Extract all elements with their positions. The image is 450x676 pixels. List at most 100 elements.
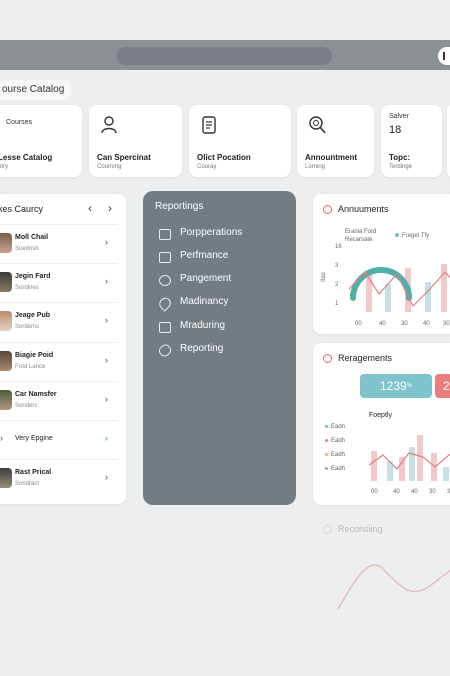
engagements-card: Reragements 1239% 2 Foeptly Eadn Eadh Ea… [313,343,450,505]
link-icon [156,342,174,359]
list-item-sub: Suednsh [15,246,39,252]
list-item[interactable]: Moll Chail Suednsh › [0,224,118,264]
tile-announcement[interactable]: Annountment Lorning [297,105,374,177]
chevron-right-icon: › [105,433,108,443]
top-right-button[interactable] [438,47,450,65]
bar [431,453,437,481]
series-line [337,564,450,610]
list-item[interactable]: Jegin Fard Sordines › [0,263,118,303]
tile-courses-label: Courses [6,119,33,126]
chevron-right-icon: › [105,237,108,247]
avatar [0,390,12,410]
menu-item-label: Perfmance [180,250,229,261]
tile-topics[interactable]: Salver 18 Topc: Terdinge [381,105,442,177]
tile-title: Annountment [305,153,357,162]
bar [409,447,415,481]
tile-title: Can Spercinat [97,153,151,162]
list-item-name: Very Epgine [15,435,53,442]
tile-sub: Lorning [305,164,326,170]
x-tick: 40 [411,489,418,495]
tile-sub: ntry [0,164,9,170]
tile-sub: Couray [197,164,217,170]
engagements-chart: 00 40 40 30 30 [368,435,450,495]
bar [425,282,431,312]
tile-specialist[interactable]: Can Spercinat Courning [89,105,182,177]
y-tick: 16 [335,244,342,250]
tile-title: Lesse Catalog [0,153,53,162]
person-icon [101,116,117,134]
chevron-right-icon[interactable]: › [108,201,112,215]
chevron-left-icon[interactable]: ‹ [88,201,92,215]
list-item-name: Biagie Poid [15,352,54,359]
list-item[interactable]: › Very Epgine › [0,420,118,460]
reporting-panel: Reportings Porpperations Perfmance Pange… [143,191,296,505]
bar [385,284,391,312]
bar [441,264,447,312]
y-tick: 3 [335,263,339,269]
search-bar[interactable] [117,47,332,65]
announcements-chart: 16 3 2 1 00 40 30 40 30 [335,244,450,327]
list-item-name: Jeage Pub [15,312,51,319]
chevron-right-icon: › [105,355,108,365]
list-item[interactable]: Rast Prical Sondract › [0,459,118,499]
x-tick: 40 [379,321,386,327]
x-tick: 40 [393,489,400,495]
list-item-sub: Sordines [15,285,39,291]
grid-icon [159,275,171,286]
x-tick: 40 [423,321,430,327]
book-icon [0,121,5,131]
list-item-name: Car Namsfer [15,391,57,398]
breadcrumb[interactable]: ourse Catalog [0,80,73,100]
x-tick: 30 [401,321,408,327]
recording-chart [337,564,450,610]
list-item[interactable]: Car Namsfer Sonders › [0,381,118,421]
y-tick: 2 [335,282,339,288]
tile-topics-value: 18 [389,124,402,136]
list-item-name: Jegin Fard [15,273,51,280]
tile-topics-label: Salver [389,113,409,120]
bar [366,274,372,312]
chevron-right-icon: › [105,276,108,286]
avatar [0,272,12,292]
tile-location[interactable]: Olict Pocation Couray [189,105,291,177]
x-tick: 30 [429,489,436,495]
tile-title: Olict Pocation [197,153,251,162]
tile-sub: Courning [97,164,122,170]
layers-icon [159,322,171,333]
menu-item-label: Porpperations [180,227,243,238]
drop-icon [156,295,174,312]
avatar [0,311,12,331]
reporting-title: Reportings [155,201,204,212]
bar [443,467,449,481]
list-item-sub: Frod Lance [15,364,46,370]
chevron-right-icon: › [105,472,108,482]
menu-item-label: Mraduring [180,320,226,331]
list-item-sub: Sondract [15,481,40,487]
folder-icon [159,229,171,240]
chevron-right-icon: › [105,394,108,404]
document-icon [202,116,216,134]
tile-title: Topc: [389,153,411,162]
list-item-sub: Sonders [15,403,38,409]
y-tick: 1 [335,301,339,307]
list-item[interactable]: Jeage Pub Sordems › [0,302,118,342]
magnifier-icon [309,116,326,134]
bar [417,435,423,481]
list-item[interactable]: Biagie Poid Frod Lance › [0,342,118,382]
x-tick: 30 [443,321,450,327]
course-list-title: kes Caurcy [0,204,44,214]
menu-item-label: Madinancy [180,296,229,307]
tile-courses[interactable]: Courses Lesse Catalog ntry [0,105,82,177]
chevron-right-icon: › [105,315,108,325]
announcements-card: Annuuments Eranla Ford Recarsate Freget … [313,194,450,334]
back-icon [443,52,450,60]
x-tick: 00 [355,321,362,327]
x-tick: 00 [371,489,378,495]
bar [399,457,405,481]
list-item-name: Moll Chail [15,234,49,241]
course-list-card: kes Caurcy ‹ › Moll Chail Suednsh › Jegi… [0,194,126,504]
list-item-sub: Sordems [15,324,40,330]
recording-card: Reconsiing [313,514,450,624]
avatar [0,468,12,488]
bar [371,451,377,481]
